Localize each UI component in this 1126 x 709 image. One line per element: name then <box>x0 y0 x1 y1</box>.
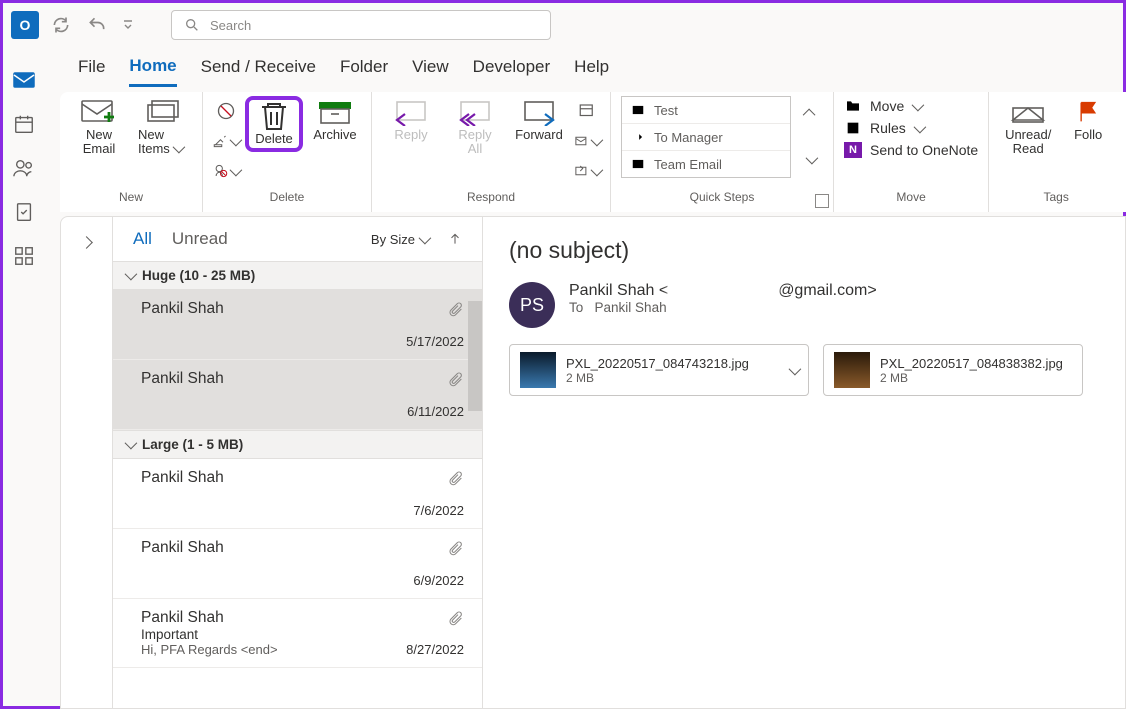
attachment-card[interactable]: PXL_20220517_084838382.jpg 2 MB <box>823 344 1083 396</box>
folder-pane-toggle[interactable] <box>61 217 113 708</box>
chevron-down-icon <box>419 232 428 247</box>
chevron-down-icon <box>912 98 921 114</box>
onenote-icon: N <box>844 142 862 158</box>
new-email-button[interactable]: New Email <box>70 96 128 159</box>
outlook-app-icon: O <box>11 11 39 39</box>
sort-direction-icon[interactable] <box>448 232 462 246</box>
chevron-down-icon <box>914 120 923 136</box>
rail-tasks-icon[interactable] <box>12 200 36 224</box>
attachment-icon <box>448 370 464 388</box>
tab-file[interactable]: File <box>78 57 105 85</box>
rail-calendar-icon[interactable] <box>12 112 36 136</box>
tab-send-receive[interactable]: Send / Receive <box>201 57 316 85</box>
quick-steps-gallery[interactable]: Test To Manager Team Email <box>621 96 791 178</box>
sender-avatar: PS <box>509 282 555 328</box>
quickstep-team-email[interactable]: Team Email <box>622 150 790 177</box>
scrollbar-thumb[interactable] <box>468 301 482 411</box>
search-icon <box>184 17 200 33</box>
filter-unread[interactable]: Unread <box>172 229 228 249</box>
chevron-down-icon <box>230 164 239 179</box>
forward-attachment-icon[interactable] <box>574 130 600 152</box>
quicksteps-dialog-launcher[interactable] <box>815 194 829 208</box>
search-input[interactable]: Search <box>171 10 551 40</box>
attachment-icon <box>448 609 464 627</box>
chevron-down-icon <box>125 437 134 452</box>
attachment-icon <box>448 539 464 557</box>
group-label-tags: Tags <box>1044 188 1069 204</box>
attachment-icon <box>448 469 464 487</box>
ignore-icon[interactable] <box>213 100 239 122</box>
tab-folder[interactable]: Folder <box>340 57 388 85</box>
attachment-thumbnail <box>834 352 870 388</box>
rail-apps-icon[interactable] <box>12 244 36 268</box>
attachment-thumbnail <box>520 352 556 388</box>
tab-home[interactable]: Home <box>129 56 176 87</box>
rail-mail-icon[interactable] <box>12 68 36 92</box>
follow-up-button[interactable]: Follo <box>1063 96 1113 144</box>
sync-icon[interactable] <box>47 11 75 39</box>
tab-help[interactable]: Help <box>574 57 609 85</box>
new-items-button[interactable]: New Items <box>134 96 192 159</box>
archive-button[interactable]: Archive <box>309 96 361 144</box>
rules-button[interactable]: Rules <box>844 120 978 136</box>
reply-all-button[interactable]: Reply All <box>446 96 504 159</box>
chevron-down-icon <box>591 134 600 149</box>
cleanup-icon[interactable] <box>213 130 239 152</box>
junk-icon[interactable] <box>213 160 239 182</box>
attachment-card[interactable]: PXL_20220517_084743218.jpg 2 MB <box>509 344 809 396</box>
chevron-down-icon[interactable] <box>789 363 798 378</box>
send-to-onenote-button[interactable]: N Send to OneNote <box>844 142 978 158</box>
chevron-down-icon <box>591 164 600 179</box>
message-item[interactable]: Pankil Shah 7/6/2022 <box>113 459 482 529</box>
group-label-new: New <box>119 188 143 204</box>
delete-button[interactable]: Delete <box>245 96 303 152</box>
chevron-down-icon <box>230 134 239 149</box>
rail-people-icon[interactable] <box>12 156 36 180</box>
group-label-move: Move <box>896 188 925 204</box>
to-line: To Pankil Shah <box>569 300 877 315</box>
group-header-huge[interactable]: Huge (10 - 25 MB) <box>113 261 482 290</box>
message-item[interactable]: Pankil Shah 6/11/2022 <box>113 360 482 430</box>
quicksteps-up-icon[interactable] <box>797 102 823 124</box>
quickstep-to-manager[interactable]: To Manager <box>622 123 790 150</box>
filter-all[interactable]: All <box>133 229 152 249</box>
qat-customize-icon[interactable] <box>119 16 137 34</box>
chevron-right-icon <box>82 235 91 708</box>
forward-button[interactable]: Forward <box>510 96 568 144</box>
sender-line: Pankil Shah <@gmail.com> <box>569 282 877 300</box>
message-item[interactable]: Pankil Shah Important Hi, PFA Regards <e… <box>113 599 482 668</box>
unread-read-button[interactable]: Unread/ Read <box>999 96 1057 159</box>
message-item[interactable]: Pankil Shah 5/17/2022 <box>113 290 482 360</box>
quickstep-test[interactable]: Test <box>622 97 790 123</box>
sort-button[interactable]: By Size <box>371 232 428 247</box>
group-header-large[interactable]: Large (1 - 5 MB) <box>113 430 482 459</box>
more-respond-icon[interactable] <box>574 160 600 182</box>
group-label-respond: Respond <box>467 188 515 204</box>
move-button[interactable]: Move <box>844 98 978 114</box>
meeting-reply-icon[interactable] <box>574 100 600 122</box>
chevron-down-icon <box>173 141 182 156</box>
attachment-icon <box>448 300 464 318</box>
message-item[interactable]: Pankil Shah 6/9/2022 <box>113 529 482 599</box>
group-label-delete: Delete <box>270 188 305 204</box>
tab-view[interactable]: View <box>412 57 449 85</box>
reply-button[interactable]: Reply <box>382 96 440 144</box>
group-label-quick-steps: Quick Steps <box>690 188 755 204</box>
chevron-down-icon <box>125 268 134 283</box>
quicksteps-more-icon[interactable] <box>797 148 823 170</box>
undo-icon[interactable] <box>83 11 111 39</box>
search-placeholder: Search <box>210 18 251 33</box>
reading-subject: (no subject) <box>509 237 1099 264</box>
redacted-email <box>668 284 778 298</box>
tab-developer[interactable]: Developer <box>473 57 551 85</box>
